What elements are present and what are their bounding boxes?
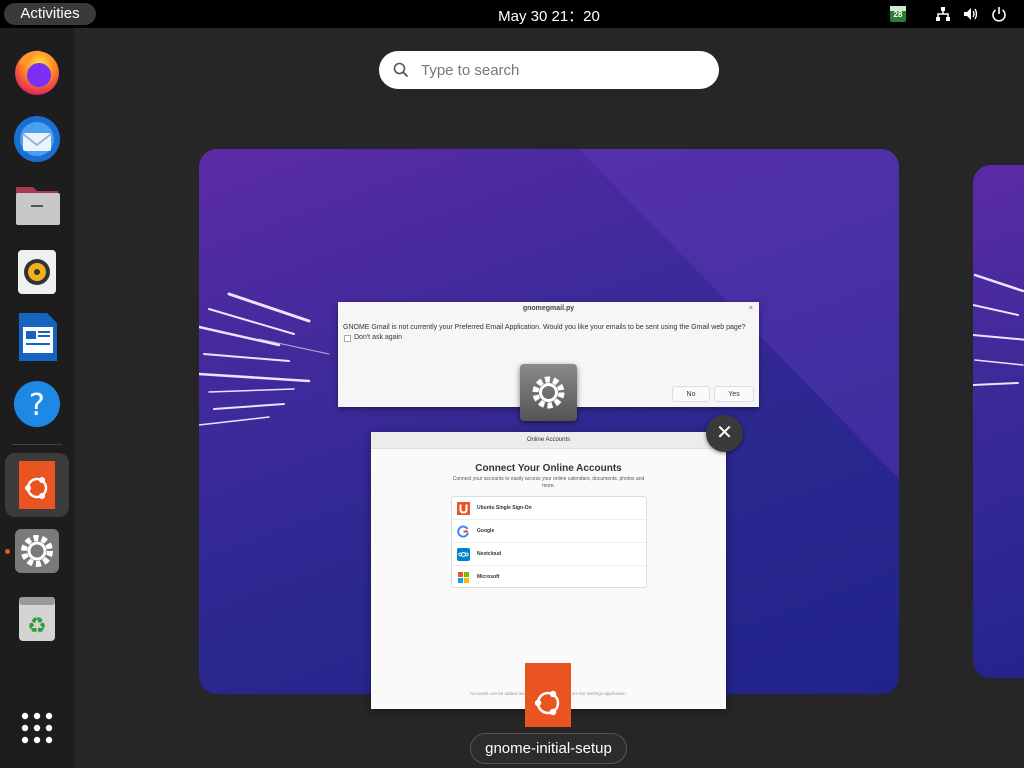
window-header: Online Accounts: [371, 432, 726, 449]
firefox-icon: [15, 50, 59, 95]
account-label: Google: [477, 528, 495, 534]
next-workspace-thumbnail[interactable]: [973, 165, 1024, 678]
dialog-title: gnomegmail.py: [522, 305, 575, 312]
nextcloud-icon: [457, 548, 470, 561]
google-icon: [457, 525, 469, 538]
trash-icon: ♻: [19, 597, 55, 641]
dock: ? ♻: [0, 28, 74, 768]
power-icon[interactable]: [990, 5, 1008, 23]
accounts-heading: Connect Your Online Accounts: [475, 463, 622, 474]
dock-app-files[interactable]: [5, 171, 69, 235]
dock-app-thunderbird[interactable]: [5, 105, 69, 169]
account-row-nextcloud[interactable]: Nextcloud: [452, 543, 646, 566]
account-row-ubuntu-sso[interactable]: Ubuntu Single Sign-On: [452, 497, 646, 520]
writer-icon: [19, 313, 57, 361]
show-apps-button[interactable]: [5, 696, 69, 760]
svg-text:♻: ♻: [27, 614, 47, 639]
dialog-message: GNOME Gmail is not currently your Prefer…: [343, 324, 746, 331]
settings-icon: [532, 376, 565, 409]
thunderbird-icon: [14, 116, 60, 162]
account-row-google[interactable]: Google: [452, 520, 646, 543]
window-title: Online Accounts: [526, 437, 571, 443]
dock-app-writer[interactable]: [5, 303, 69, 367]
account-row-microsoft[interactable]: Microsoft: [452, 566, 646, 589]
search-bar[interactable]: [379, 51, 719, 89]
clock[interactable]: May 30 21：20: [498, 8, 600, 25]
microsoft-icon: [458, 572, 469, 583]
dont-ask-checkbox[interactable]: [344, 335, 351, 342]
close-window-button[interactable]: ✕: [706, 415, 743, 452]
window-app-icon-settings: [520, 364, 577, 421]
window-app-icon-ubuntu: [525, 663, 571, 727]
rhythmbox-icon: [18, 250, 56, 294]
account-label: Microsoft: [477, 574, 500, 580]
help-icon: ?: [14, 381, 60, 427]
top-bar: Activities May 30 21：20 28: [0, 0, 1024, 28]
dont-ask-label: Don't ask again: [354, 334, 403, 341]
calendar-badge-number: 28: [893, 10, 903, 19]
network-icon[interactable]: [934, 5, 952, 23]
search-icon: [393, 62, 409, 78]
volume-graphic: [964, 8, 978, 20]
dock-app-settings[interactable]: [5, 519, 69, 583]
activities-button[interactable]: Activities: [4, 3, 96, 25]
ubuntu-sso-icon: [457, 502, 470, 515]
search-input[interactable]: [421, 60, 701, 80]
dock-app-help[interactable]: ?: [5, 369, 69, 433]
wallpaper-streaks-next: [973, 273, 1024, 386]
dock-app-trash[interactable]: ♻: [5, 585, 69, 649]
yes-button[interactable]: Yes: [714, 386, 754, 402]
accounts-subtitle: Connect your accounts to easily access y…: [452, 476, 645, 489]
app-grid-icon: [21, 712, 53, 744]
dock-app-rhythmbox[interactable]: [5, 237, 69, 301]
files-icon: [16, 187, 60, 225]
dock-separator: [12, 444, 62, 445]
accounts-list: Ubuntu Single Sign-On Google Nextcloud M…: [451, 496, 647, 588]
account-label: Ubuntu Single Sign-On: [477, 505, 532, 511]
dialog-close-icon[interactable]: ×: [749, 305, 753, 312]
ubuntu-icon: [534, 690, 560, 716]
dock-app-initial-setup[interactable]: [5, 453, 69, 517]
power-graphic: [992, 7, 1006, 22]
no-button[interactable]: No: [672, 386, 710, 402]
settings-icon: [15, 529, 59, 573]
calendar-badge-icon[interactable]: 28: [889, 5, 907, 23]
account-label: Nextcloud: [477, 551, 502, 557]
dock-app-firefox[interactable]: [5, 39, 69, 103]
window-caption[interactable]: gnome-initial-setup: [470, 733, 627, 764]
svg-text:?: ?: [29, 388, 45, 423]
volume-icon[interactable]: [962, 5, 980, 23]
network-graphic: [936, 7, 950, 21]
ubuntu-icon: [19, 461, 55, 509]
